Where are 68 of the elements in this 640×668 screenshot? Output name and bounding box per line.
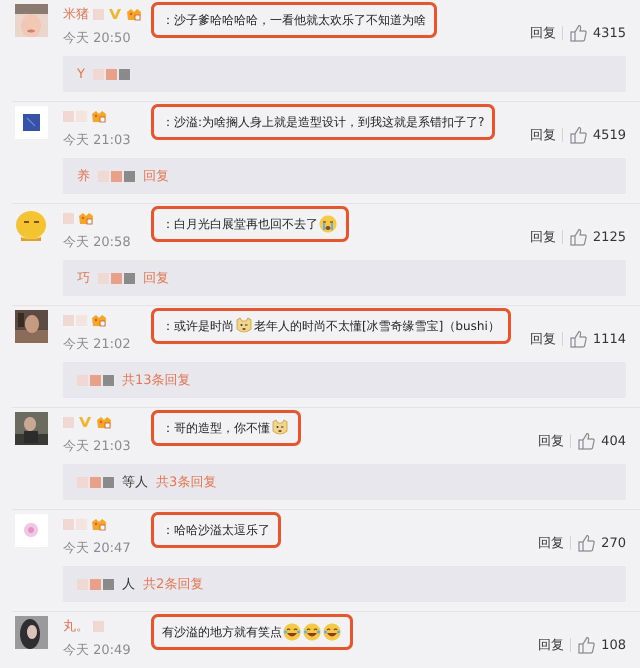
comment-text: ：沙溢:为啥搁人身上就是造型设计，到我这就是系错扣子了? bbox=[162, 114, 484, 130]
reply-link[interactable]: 回复 bbox=[530, 24, 556, 42]
timestamp: 今天 21:02 bbox=[63, 336, 132, 353]
timestamp: 今天 20:47 bbox=[63, 540, 132, 557]
reply-link[interactable]: 回复 bbox=[530, 228, 556, 246]
crying-face-icon bbox=[319, 215, 337, 233]
reply-preview[interactable]: 共13条回复 bbox=[63, 362, 626, 398]
like-count: 2125 bbox=[592, 230, 626, 244]
timestamp: 今天 20:50 bbox=[63, 30, 132, 47]
thumbs-up-icon bbox=[568, 24, 587, 42]
pixelated-name bbox=[93, 8, 104, 20]
timestamp: 今天 21:03 bbox=[63, 132, 132, 149]
dog-face-icon bbox=[271, 419, 289, 437]
username[interactable]: 米猪 bbox=[63, 5, 89, 23]
like-count: 1114 bbox=[592, 332, 626, 346]
thumbs-up-icon bbox=[577, 636, 596, 654]
pixelated-name bbox=[92, 68, 130, 80]
like-count: 4315 bbox=[592, 26, 626, 40]
reply-author[interactable]: 养 bbox=[77, 167, 90, 185]
reply-preview[interactable]: Y bbox=[63, 56, 626, 92]
reply-author[interactable]: Y bbox=[77, 66, 85, 82]
pixelated-name bbox=[77, 476, 114, 488]
like-count: 404 bbox=[601, 434, 626, 448]
thumbs-up-icon bbox=[568, 228, 587, 246]
thumbs-up-icon bbox=[577, 534, 596, 552]
timestamp: 今天 21:03 bbox=[63, 438, 132, 455]
comment-text: ：沙子爹哈哈哈哈，一看他就太欢乐了不知道为啥 bbox=[162, 12, 426, 28]
like-count: 108 bbox=[601, 638, 626, 652]
pixelated-name bbox=[98, 272, 135, 284]
thumbs-up-icon bbox=[577, 432, 596, 450]
thumbs-up-icon bbox=[568, 126, 587, 144]
thumbs-up-icon bbox=[568, 330, 587, 348]
comment-text: 老年人的时尚不太懂[冰雪奇缘雪宝]（bushi） bbox=[254, 318, 500, 334]
reply-link[interactable]: 回复 bbox=[538, 534, 564, 552]
comment-text: 有沙溢的地方就有笑点 bbox=[162, 624, 282, 640]
comment-text: ：哥的造型，你不懂 bbox=[162, 420, 270, 436]
reply-count-link[interactable]: 回复 bbox=[143, 269, 169, 287]
reply-author[interactable]: 巧 bbox=[77, 269, 90, 287]
reply-note: 人 bbox=[122, 576, 135, 593]
laughing-face-icon bbox=[303, 623, 321, 641]
reply-count-link[interactable]: 共13条回复 bbox=[122, 371, 191, 389]
reply-link[interactable]: 回复 bbox=[530, 330, 556, 348]
reply-note: 等人 bbox=[122, 474, 148, 491]
timestamp: 今天 20:58 bbox=[63, 234, 132, 251]
like-count: 270 bbox=[601, 536, 626, 550]
reply-link[interactable]: 回复 bbox=[530, 126, 556, 144]
comment-text: ：或许是时尚 bbox=[162, 318, 234, 334]
reply-count-link[interactable]: 共2条回复 bbox=[143, 575, 204, 593]
comment-text: ：白月光白展堂再也回不去了 bbox=[162, 216, 318, 232]
reply-preview[interactable]: 人 共2条回复 bbox=[63, 566, 626, 602]
timestamp: 今天 20:49 bbox=[63, 642, 132, 659]
reply-preview[interactable]: 等人 共3条回复 bbox=[63, 464, 626, 500]
pixelated-name bbox=[77, 578, 114, 590]
pixelated-name bbox=[77, 374, 114, 386]
laughing-face-icon bbox=[323, 623, 341, 641]
laughing-face-icon bbox=[283, 623, 301, 641]
comment-text: ：哈哈沙溢太逗乐了 bbox=[162, 522, 270, 538]
reply-preview[interactable]: 巧 回复 bbox=[63, 260, 626, 296]
like-count: 4519 bbox=[592, 128, 626, 142]
reply-link[interactable]: 回复 bbox=[538, 636, 564, 654]
reply-link[interactable]: 回复 bbox=[538, 432, 564, 450]
reply-preview[interactable]: 养 回复 bbox=[63, 158, 626, 194]
username[interactable]: 丸。 bbox=[63, 617, 89, 635]
pixelated-name bbox=[98, 170, 135, 182]
dog-face-icon bbox=[235, 317, 253, 335]
reply-count-link[interactable]: 共3条回复 bbox=[156, 473, 216, 491]
reply-count-link[interactable]: 回复 bbox=[143, 167, 169, 185]
pixelated-name bbox=[63, 416, 74, 428]
